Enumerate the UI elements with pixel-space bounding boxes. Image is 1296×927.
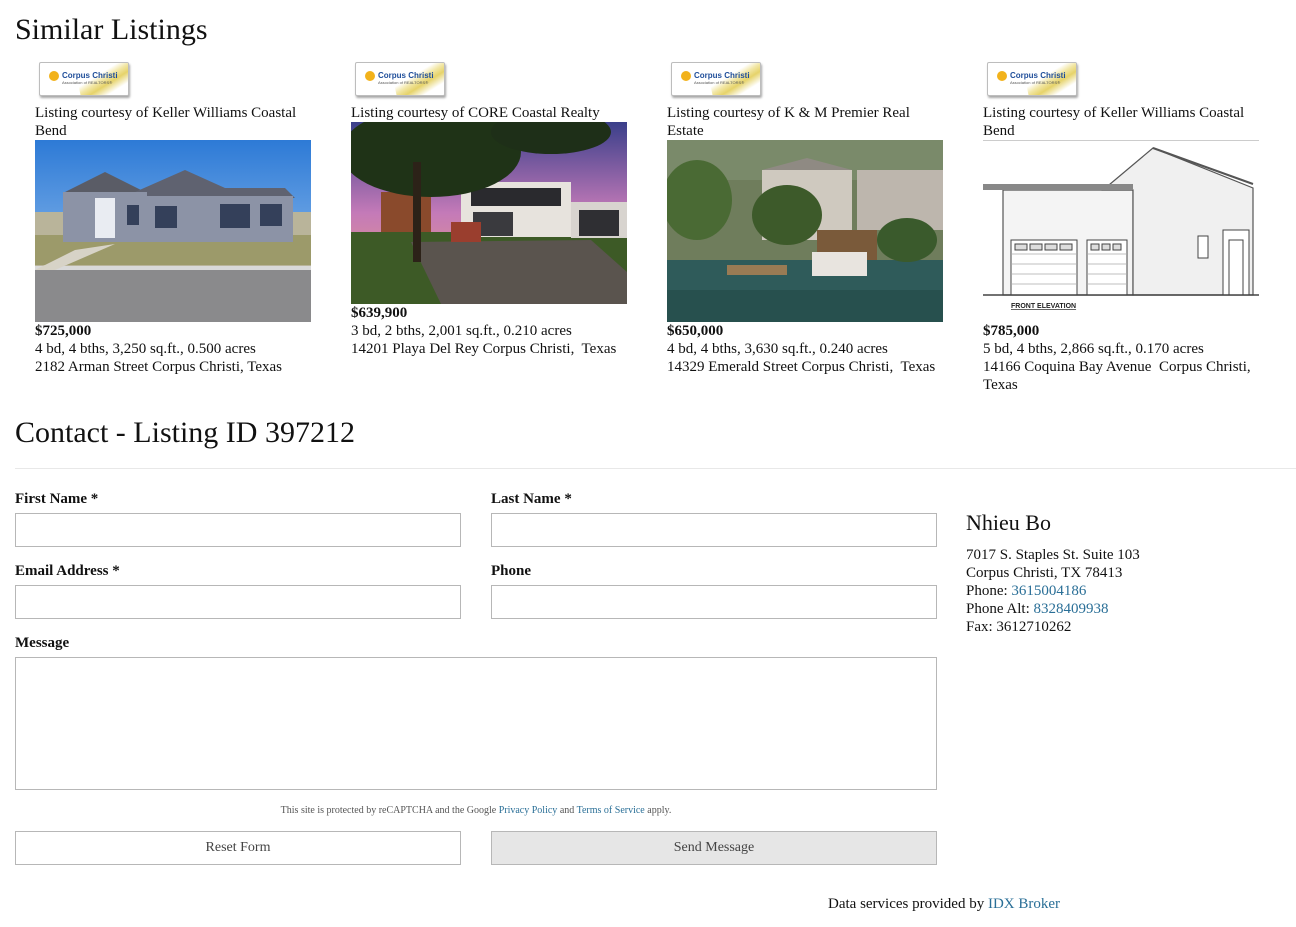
recaptcha-notice: This site is protected by reCAPTCHA and … xyxy=(280,805,672,816)
listing-address: 14329 Emerald Street Corpus Christi, Tex… xyxy=(667,359,936,375)
listing-courtesy: Listing courtesy of Keller Williams Coas… xyxy=(983,105,1245,139)
first-name-label: First Name * xyxy=(15,491,99,507)
svg-text:FRONT ELEVATION: FRONT ELEVATION xyxy=(1011,303,1076,310)
agent-name: Nhieu Bo xyxy=(966,510,1051,535)
listing-details: 4 bd, 4 bths, 3,250 sq.ft., 0.500 acres xyxy=(35,341,256,357)
similar-listings-title: Similar Listings xyxy=(15,13,208,46)
listing-details: 5 bd, 4 bths, 2,866 sq.ft., 0.170 acres xyxy=(983,341,1204,357)
listing-photo[interactable] xyxy=(35,140,311,322)
listing-photo[interactable] xyxy=(667,140,943,322)
listing-price: $785,000 xyxy=(983,323,1040,339)
listing-price: $650,000 xyxy=(667,323,724,339)
listing-courtesy: Listing courtesy of CORE Coastal Realty xyxy=(351,105,600,121)
listing-card-4[interactable]: Corpus Christi Association of REALTORS® … xyxy=(983,62,1259,394)
listing-photo[interactable]: FRONT ELEVATION xyxy=(983,140,1259,322)
agent-address-line1: 7017 S. Staples St. Suite 103 xyxy=(966,547,1140,563)
agent-phone: Phone: 3615004186 xyxy=(966,583,1087,599)
listing-details: 4 bd, 4 bths, 3,630 sq.ft., 0.240 acres xyxy=(667,341,888,357)
listing-address: 14201 Playa Del Rey Corpus Christi, Texa… xyxy=(351,341,617,357)
listing-address: 14166 Coquina Bay Avenue Corpus Christi,… xyxy=(983,359,1251,393)
phone-input[interactable] xyxy=(491,585,937,619)
terms-of-service-link[interactable]: Terms of Service xyxy=(577,805,645,816)
reset-form-button[interactable]: Reset Form xyxy=(15,831,461,865)
listing-courtesy: Listing courtesy of Keller Williams Coas… xyxy=(35,105,297,139)
agent-phone-link[interactable]: 3615004186 xyxy=(1011,583,1086,599)
listing-photo[interactable] xyxy=(351,122,627,304)
contact-title: Contact - Listing ID 397212 xyxy=(15,416,355,449)
last-name-label: Last Name * xyxy=(491,491,572,507)
listing-price: $639,900 xyxy=(351,305,408,321)
listing-card-2[interactable]: Corpus Christi Association of REALTORS® … xyxy=(351,62,627,358)
listing-details: 3 bd, 2 bths, 2,001 sq.ft., 0.210 acres xyxy=(351,323,572,339)
agent-fax: Fax: 3612710262 xyxy=(966,619,1072,635)
listing-address: 2182 Arman Street Corpus Christi, Texas xyxy=(35,359,282,375)
listing-courtesy: Listing courtesy of K & M Premier Real E… xyxy=(667,105,910,139)
mls-logo: Corpus Christi Association of REALTORS® xyxy=(39,62,129,96)
mls-logo: Corpus Christi Association of REALTORS® xyxy=(671,62,761,96)
send-message-button[interactable]: Send Message xyxy=(491,831,937,865)
email-label: Email Address * xyxy=(15,563,120,579)
privacy-policy-link[interactable]: Privacy Policy xyxy=(499,805,558,816)
first-name-input[interactable] xyxy=(15,513,461,547)
mls-logo: Corpus Christi Association of REALTORS® xyxy=(987,62,1077,96)
last-name-input[interactable] xyxy=(491,513,937,547)
phone-label: Phone xyxy=(491,563,532,579)
agent-phone-alt: Phone Alt: 8328409938 xyxy=(966,601,1109,617)
listing-card-3[interactable]: Corpus Christi Association of REALTORS® … xyxy=(667,62,943,376)
agent-address-line2: Corpus Christi, TX 78413 xyxy=(966,565,1123,581)
listing-price: $725,000 xyxy=(35,323,92,339)
footer-credit: Data services provided by IDX Broker xyxy=(828,896,1061,912)
idx-broker-link[interactable]: IDX Broker xyxy=(988,896,1060,912)
email-input[interactable] xyxy=(15,585,461,619)
agent-info: Nhieu Bo 7017 S. Staples St. Suite 103 C… xyxy=(966,510,1140,636)
message-textarea[interactable] xyxy=(15,657,937,790)
listing-card-1[interactable]: Corpus Christi Association of REALTORS® … xyxy=(35,62,311,376)
agent-phone-alt-link[interactable]: 8328409938 xyxy=(1034,601,1109,617)
message-label: Message xyxy=(15,635,70,651)
section-divider xyxy=(15,468,1296,469)
mls-logo: Corpus Christi Association of REALTORS® xyxy=(355,62,445,96)
